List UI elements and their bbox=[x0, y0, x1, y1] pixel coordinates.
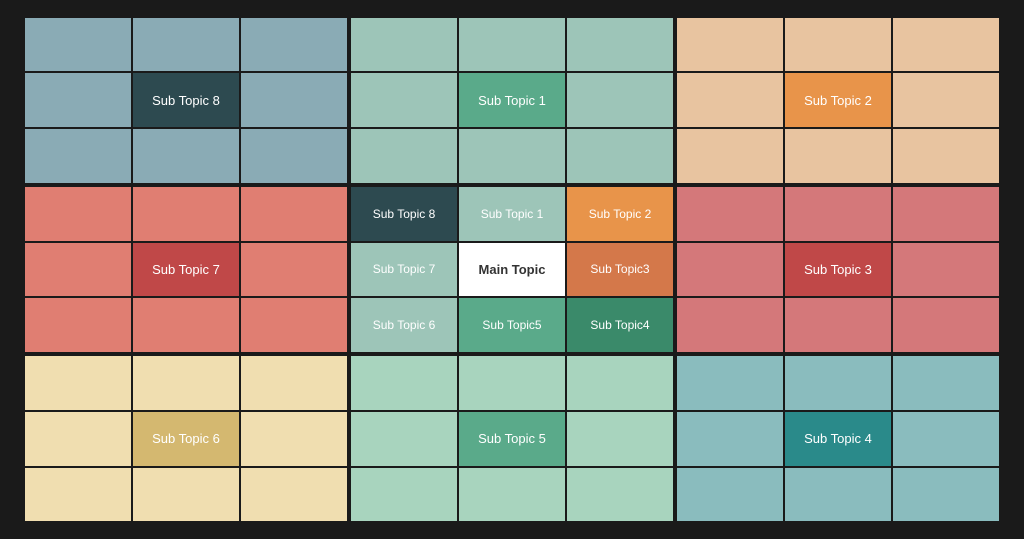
panel-top-left: Sub Topic 8 bbox=[25, 18, 347, 183]
cell[interactable] bbox=[241, 18, 347, 72]
panel-middle-right: Sub Topic 3 bbox=[677, 187, 999, 352]
cell[interactable] bbox=[133, 468, 239, 522]
cell[interactable] bbox=[893, 356, 999, 410]
center-cell-subtopic1[interactable]: Sub Topic 1 bbox=[459, 187, 565, 241]
cell[interactable] bbox=[241, 468, 347, 522]
cell[interactable] bbox=[133, 187, 239, 241]
cell[interactable] bbox=[351, 412, 457, 466]
cell-highlighted[interactable]: Sub Topic 3 bbox=[785, 243, 891, 297]
cell[interactable] bbox=[677, 356, 783, 410]
cell[interactable] bbox=[785, 298, 891, 352]
cell[interactable] bbox=[785, 468, 891, 522]
cell[interactable] bbox=[25, 18, 131, 72]
cell[interactable] bbox=[351, 18, 457, 72]
cell[interactable] bbox=[677, 73, 783, 127]
cell[interactable] bbox=[241, 129, 347, 183]
cell[interactable] bbox=[893, 468, 999, 522]
cell[interactable] bbox=[241, 298, 347, 352]
panel-bottom-left: Sub Topic 6 bbox=[25, 356, 347, 521]
cell[interactable] bbox=[459, 468, 565, 522]
center-cell-subtopic3[interactable]: Sub Topic3 bbox=[567, 243, 673, 297]
cell[interactable] bbox=[241, 187, 347, 241]
cell[interactable] bbox=[25, 298, 131, 352]
center-cell-subtopic6[interactable]: Sub Topic 6 bbox=[351, 298, 457, 352]
cell[interactable] bbox=[133, 129, 239, 183]
cell[interactable] bbox=[567, 356, 673, 410]
cell[interactable] bbox=[893, 298, 999, 352]
cell[interactable] bbox=[241, 243, 347, 297]
center-cell-main[interactable]: Main Topic bbox=[459, 243, 565, 297]
cell[interactable] bbox=[567, 73, 673, 127]
cell[interactable] bbox=[677, 298, 783, 352]
cell[interactable] bbox=[133, 18, 239, 72]
cell[interactable] bbox=[567, 412, 673, 466]
cell[interactable] bbox=[677, 243, 783, 297]
cell[interactable] bbox=[677, 18, 783, 72]
cell[interactable] bbox=[785, 187, 891, 241]
cell[interactable] bbox=[677, 187, 783, 241]
cell[interactable] bbox=[133, 356, 239, 410]
panel-center: Sub Topic 8 Sub Topic 1 Sub Topic 2 Sub … bbox=[351, 187, 673, 352]
cell-highlighted[interactable]: Sub Topic 6 bbox=[133, 412, 239, 466]
cell[interactable] bbox=[351, 129, 457, 183]
panel-top-center: Sub Topic 1 bbox=[351, 18, 673, 183]
cell[interactable] bbox=[241, 412, 347, 466]
center-cell-subtopic7[interactable]: Sub Topic 7 bbox=[351, 243, 457, 297]
cell[interactable] bbox=[893, 129, 999, 183]
cell[interactable] bbox=[351, 356, 457, 410]
cell[interactable] bbox=[351, 468, 457, 522]
panel-bottom-center: Sub Topic 5 bbox=[351, 356, 673, 521]
cell-highlighted[interactable]: Sub Topic 7 bbox=[133, 243, 239, 297]
cell[interactable] bbox=[459, 356, 565, 410]
cell[interactable] bbox=[133, 298, 239, 352]
cell[interactable] bbox=[25, 356, 131, 410]
cell[interactable] bbox=[893, 73, 999, 127]
cell[interactable] bbox=[893, 243, 999, 297]
cell[interactable] bbox=[25, 73, 131, 127]
cell-highlighted[interactable]: Sub Topic 4 bbox=[785, 412, 891, 466]
cell[interactable] bbox=[893, 187, 999, 241]
panel-bottom-right: Sub Topic 4 bbox=[677, 356, 999, 521]
panel-top-right: Sub Topic 2 bbox=[677, 18, 999, 183]
cell[interactable] bbox=[893, 412, 999, 466]
center-cell-subtopic5[interactable]: Sub Topic5 bbox=[459, 298, 565, 352]
cell[interactable] bbox=[351, 73, 457, 127]
cell[interactable] bbox=[567, 129, 673, 183]
cell[interactable] bbox=[241, 356, 347, 410]
cell[interactable] bbox=[567, 18, 673, 72]
cell[interactable] bbox=[25, 243, 131, 297]
panel-middle-left: Sub Topic 7 bbox=[25, 187, 347, 352]
cell[interactable] bbox=[25, 412, 131, 466]
cell[interactable] bbox=[25, 129, 131, 183]
cell[interactable] bbox=[25, 187, 131, 241]
cell-highlighted[interactable]: Sub Topic 2 bbox=[785, 73, 891, 127]
cell[interactable] bbox=[677, 129, 783, 183]
cell-highlighted[interactable]: Sub Topic 8 bbox=[133, 73, 239, 127]
center-cell-subtopic2[interactable]: Sub Topic 2 bbox=[567, 187, 673, 241]
center-cell-subtopic8[interactable]: Sub Topic 8 bbox=[351, 187, 457, 241]
center-cell-subtopic4[interactable]: Sub Topic4 bbox=[567, 298, 673, 352]
cell-highlighted[interactable]: Sub Topic 5 bbox=[459, 412, 565, 466]
cell[interactable] bbox=[459, 18, 565, 72]
cell[interactable] bbox=[893, 18, 999, 72]
cell[interactable] bbox=[25, 468, 131, 522]
cell-highlighted[interactable]: Sub Topic 1 bbox=[459, 73, 565, 127]
cell[interactable] bbox=[677, 468, 783, 522]
cell[interactable] bbox=[241, 73, 347, 127]
cell[interactable] bbox=[677, 412, 783, 466]
cell[interactable] bbox=[785, 356, 891, 410]
cell[interactable] bbox=[785, 18, 891, 72]
cell[interactable] bbox=[785, 129, 891, 183]
cell[interactable] bbox=[459, 129, 565, 183]
main-grid: Sub Topic 8 Sub Topic 1 Sub Topic 2 Su bbox=[17, 10, 1007, 530]
cell[interactable] bbox=[567, 468, 673, 522]
